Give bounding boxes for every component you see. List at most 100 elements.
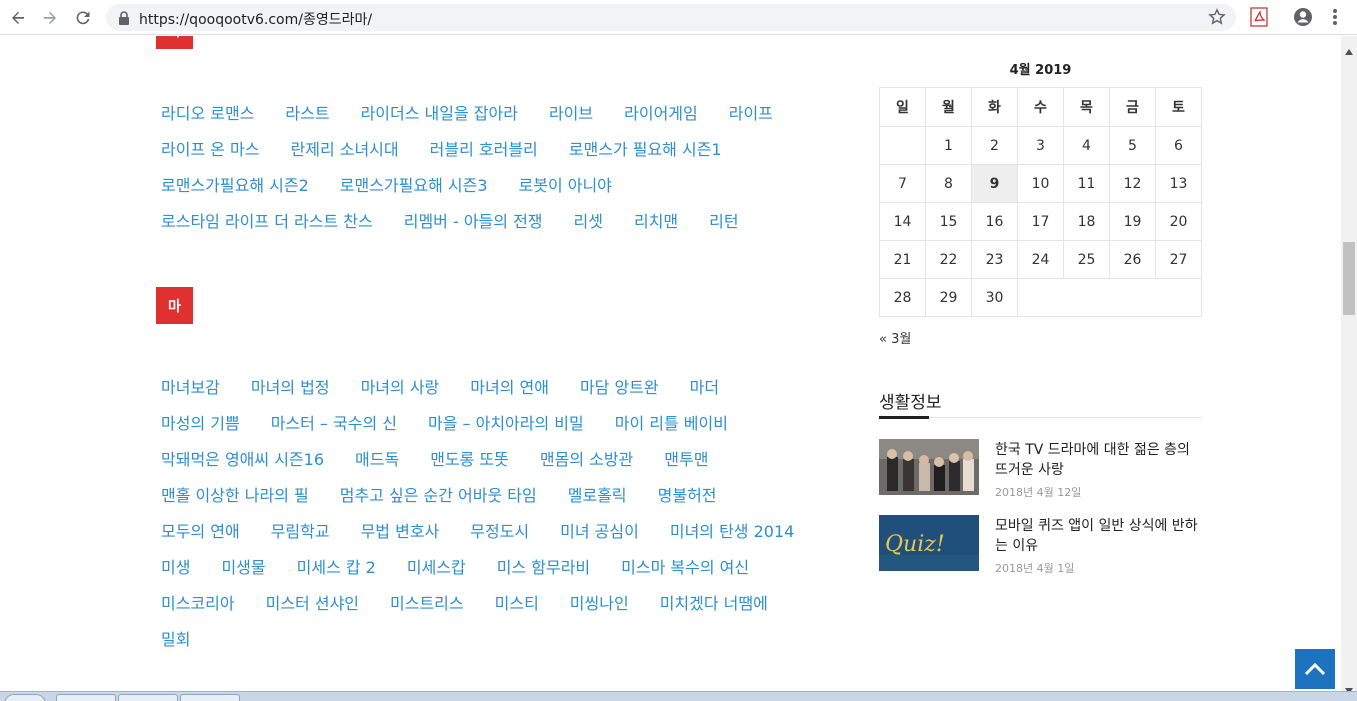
drama-link[interactable]: 로봇이 아니야 [519, 176, 612, 196]
reload-icon[interactable] [71, 6, 95, 30]
pdf-extension-icon[interactable] [1250, 7, 1268, 31]
section-badge-ma: 마 [156, 287, 193, 324]
link-row: 막돼먹은 영애씨 시즌16 매드독 맨도롱 또똣 맨몸의 소방관 맨투맨 [161, 450, 739, 470]
post-thumbnail[interactable]: Quiz! [879, 515, 979, 571]
taskbar-app-button[interactable] [180, 694, 240, 701]
drama-link[interactable]: 미스코리아 [161, 594, 235, 614]
menu-icon[interactable] [1330, 7, 1340, 31]
drama-link[interactable]: 맨몸의 소방관 [540, 450, 633, 470]
drama-link[interactable]: 미녀의 탄생 2014 [670, 522, 795, 542]
post-title[interactable]: 한국 TV 드라마에 대한 젊은 층의 뜨거운 사랑 [995, 440, 1205, 480]
link-row: 마녀보감 마녀의 법정 마녀의 사랑 마녀의 연애 마담 앙트완 마더 [161, 378, 750, 398]
drama-link[interactable]: 모두의 연애 [161, 522, 240, 542]
drama-link[interactable]: 라스트 [285, 104, 329, 124]
drama-link[interactable]: 로맨스가 필요해 시즌1 [569, 140, 722, 160]
drama-link[interactable]: 라이프 [729, 104, 773, 124]
link-row: 라이프 온 마스 란제리 소녀시대 러블리 호러블리 로맨스가 필요해 시즌1 [161, 140, 753, 160]
section-badge-ra: 라 [156, 36, 193, 49]
start-button[interactable] [4, 694, 46, 701]
lock-icon [118, 10, 130, 29]
drama-link[interactable]: 무정도시 [470, 522, 529, 542]
drama-link[interactable]: 라이더스 내일을 잡아라 [361, 104, 518, 124]
drama-link[interactable]: 라이프 온 마스 [161, 140, 260, 160]
drama-link[interactable]: 로스타임 라이프 더 라스트 찬스 [161, 212, 373, 232]
star-icon[interactable] [1208, 8, 1226, 30]
drama-link[interactable]: 미스티 [495, 594, 539, 614]
calendar-day: 16 [971, 202, 1018, 241]
drama-link[interactable]: 미생물 [221, 558, 265, 578]
drama-link[interactable]: 밀회 [161, 630, 190, 650]
drama-link[interactable]: 라이브 [549, 104, 593, 124]
drama-link[interactable]: 마을 – 아치아라의 비밀 [428, 414, 584, 434]
drama-link[interactable]: 마성의 기쁨 [161, 414, 240, 434]
drama-link[interactable]: 라디오 로맨스 [161, 104, 254, 124]
back-to-top-button[interactable] [1295, 649, 1335, 689]
calendar-week-row: 7 8 9 10 11 12 13 [879, 164, 1202, 203]
drama-link[interactable]: 멈추고 싶은 순간 어바웃 타임 [340, 486, 537, 506]
address-bar[interactable]: https://qooqootv6.com/종영드라마/ [106, 4, 1236, 31]
post-thumbnail[interactable] [879, 439, 979, 495]
calendar-day: 3 [1017, 126, 1064, 165]
drama-link[interactable]: 미씽나인 [570, 594, 629, 614]
drama-link[interactable]: 멜로홀릭 [568, 486, 627, 506]
drama-link[interactable]: 라이어게임 [624, 104, 698, 124]
drama-link[interactable]: 막돼먹은 영애씨 시즌16 [161, 450, 324, 470]
drama-link[interactable]: 무법 변호사 [361, 522, 440, 542]
taskbar-app-button[interactable] [118, 694, 178, 701]
scroll-up-icon[interactable] [1345, 40, 1353, 59]
calendar-day: 6 [1155, 126, 1202, 165]
post-title[interactable]: 모바일 퀴즈 앱이 일반 상식에 반하는 이유 [995, 516, 1205, 556]
widget-title: 생활정보 [879, 393, 942, 413]
drama-link[interactable]: 명불허전 [658, 486, 717, 506]
drama-link[interactable]: 미생 [161, 558, 190, 578]
weekday-label: 수 [1017, 87, 1064, 127]
page-scrollbar[interactable] [1341, 36, 1357, 694]
scrollbar-thumb[interactable] [1343, 242, 1355, 315]
drama-link[interactable]: 맨투맨 [664, 450, 708, 470]
drama-link[interactable]: 미스마 복수의 여신 [621, 558, 749, 578]
drama-link[interactable]: 미세스 캅 2 [297, 558, 376, 578]
taskbar-app-button[interactable] [56, 694, 116, 701]
calendar-day: 12 [1109, 164, 1156, 203]
calendar-day: 20 [1155, 202, 1202, 241]
drama-link[interactable]: 미스 함무라비 [497, 558, 590, 578]
drama-link[interactable]: 맨홀 이상한 나라의 필 [161, 486, 309, 506]
drama-link[interactable]: 마담 앙트완 [580, 378, 659, 398]
calendar-day: 25 [1063, 240, 1110, 279]
calendar-weekday-row: 일 월 화 수 목 금 토 [879, 87, 1202, 127]
drama-link[interactable]: 리셋 [574, 212, 603, 232]
drama-link[interactable]: 매드독 [355, 450, 399, 470]
drama-link[interactable]: 미녀 공심이 [560, 522, 639, 542]
link-row: 로스타임 라이프 더 라스트 찬스 리멤버 - 아들의 전쟁 리셋 리치맨 리턴 [161, 212, 770, 232]
drama-link[interactable]: 로맨스가필요해 시즌3 [340, 176, 488, 196]
drama-link[interactable]: 마녀의 법정 [251, 378, 330, 398]
calendar-prev-month-link[interactable]: « 3월 [879, 328, 911, 347]
calendar-day: 11 [1063, 164, 1110, 203]
weekday-label: 토 [1155, 87, 1202, 127]
drama-link[interactable]: 미스트리스 [390, 594, 464, 614]
drama-link[interactable]: 마이 리틀 베이비 [615, 414, 728, 434]
drama-link[interactable]: 러블리 호러블리 [430, 140, 538, 160]
link-row: 마성의 기쁨 마스터 – 국수의 신 마을 – 아치아라의 비밀 마이 리틀 베… [161, 414, 759, 434]
drama-link[interactable]: 란제리 소녀시대 [291, 140, 399, 160]
drama-link[interactable]: 마스터 – 국수의 신 [271, 414, 397, 434]
drama-link[interactable]: 마녀의 사랑 [361, 378, 440, 398]
drama-link[interactable]: 미치겠다 너땜에 [660, 594, 768, 614]
drama-link[interactable]: 맨도롱 또똣 [430, 450, 509, 470]
drama-link[interactable]: 무림학교 [271, 522, 330, 542]
drama-link[interactable]: 마녀의 연애 [470, 378, 549, 398]
forward-icon[interactable] [38, 6, 62, 30]
drama-link[interactable]: 마더 [690, 378, 719, 398]
drama-link[interactable]: 리턴 [709, 212, 738, 232]
calendar-day: 10 [1017, 164, 1064, 203]
calendar-day: 18 [1063, 202, 1110, 241]
account-icon[interactable] [1293, 7, 1313, 31]
drama-link[interactable]: 로맨스가필요해 시즌2 [161, 176, 309, 196]
back-icon[interactable] [6, 6, 30, 30]
drama-link[interactable]: 마녀보감 [161, 378, 220, 398]
calendar-week-row: 1 2 3 4 5 6 [879, 126, 1202, 165]
drama-link[interactable]: 미세스캅 [407, 558, 466, 578]
drama-link[interactable]: 리치맨 [634, 212, 678, 232]
drama-link[interactable]: 리멤버 - 아들의 전쟁 [404, 212, 543, 232]
drama-link[interactable]: 미스터 션샤인 [266, 594, 359, 614]
